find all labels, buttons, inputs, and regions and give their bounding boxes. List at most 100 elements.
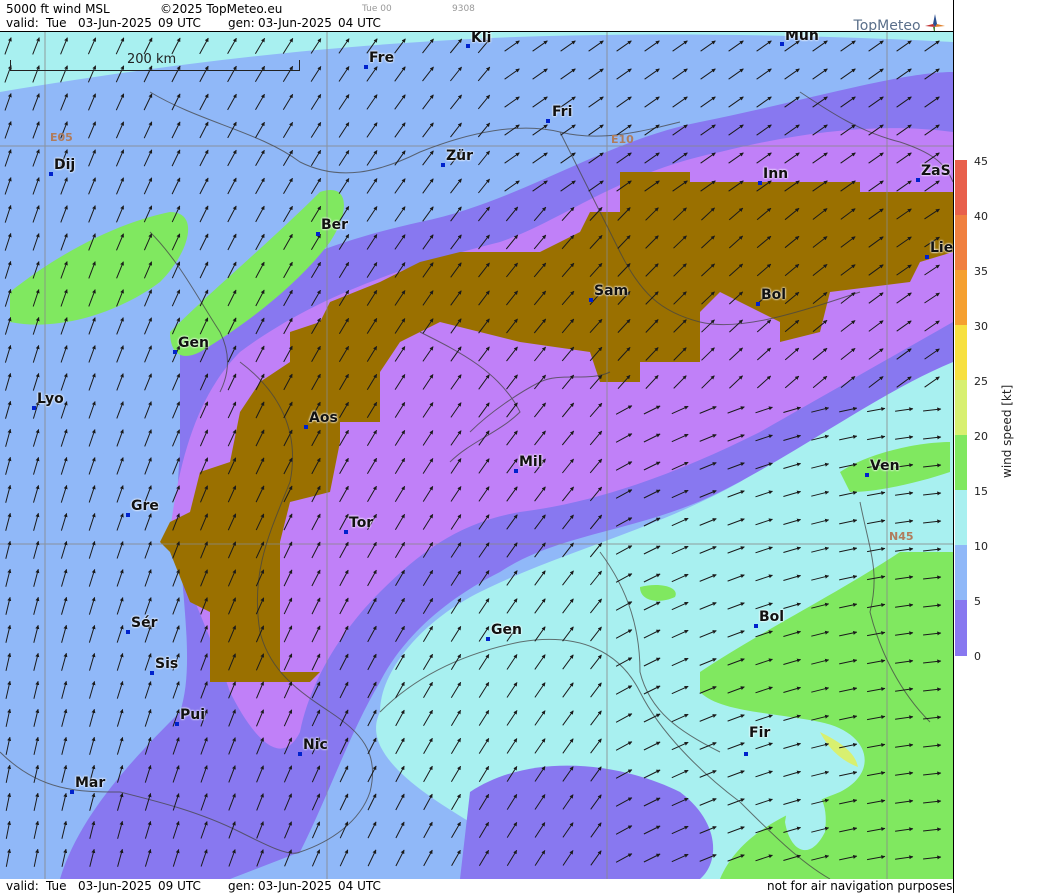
legend-title: wind speed [kt] <box>1000 384 1014 478</box>
city-marker <box>298 752 302 756</box>
city-marker <box>758 181 762 185</box>
city-marker <box>126 513 130 517</box>
legend-swatch-25-30 <box>955 325 967 380</box>
gen-label: gen: <box>228 16 255 30</box>
legend-swatch-10-15 <box>955 490 967 545</box>
city-label-pui: Pui <box>180 707 206 723</box>
city-marker <box>754 624 758 628</box>
grid-label-n45: N45 <box>889 530 914 543</box>
city-marker <box>780 42 784 46</box>
gen-time: 04 UTC <box>338 16 381 30</box>
city-label-inn: Inn <box>763 166 789 182</box>
footer-gen-date: 03-Jun-2025 <box>258 879 332 893</box>
gen-date: 03-Jun-2025 <box>258 16 332 30</box>
city-marker <box>173 350 177 354</box>
grid-label-e05: E05 <box>50 131 73 144</box>
legend-swatch-0-5 <box>955 600 967 656</box>
footer-valid-date: 03-Jun-2025 <box>78 879 152 893</box>
city-label-gen-north: Gen <box>178 335 209 351</box>
city-label-mun: Mün <box>785 32 819 44</box>
city-marker <box>756 302 760 306</box>
footer-valid-label: valid: <box>6 879 39 893</box>
city-marker <box>344 530 348 534</box>
city-label-tor: Tor <box>349 515 374 531</box>
legend-tick-40: 40 <box>974 210 988 223</box>
city-label-zur: Zür <box>446 148 474 164</box>
footer-gen-label: gen: <box>228 879 255 893</box>
grid-label-e10: E10 <box>611 133 634 146</box>
footer-valid-time: 09 UTC <box>158 879 201 893</box>
legend-swatch-35-40 <box>955 215 967 270</box>
city-marker <box>466 44 470 48</box>
city-label-bol-north: Bol <box>761 287 787 303</box>
footer-gen-time: 04 UTC <box>338 879 381 893</box>
city-label-gre: Gre <box>131 498 159 514</box>
footer-valid-day: Tue <box>46 879 67 893</box>
valid-label: valid: <box>6 16 39 30</box>
city-label-sis: Sis <box>155 656 179 672</box>
city-marker <box>916 178 920 182</box>
legend-tick-10: 10 <box>974 540 988 553</box>
city-label-ven: Ven <box>870 458 900 474</box>
city-label-fir: Fir <box>749 725 771 741</box>
city-label-fri: Fri <box>552 104 573 120</box>
legend-tick-20: 20 <box>974 430 988 443</box>
city-label-sam: Sam <box>594 283 629 299</box>
legend-tick-0: 0 <box>974 650 981 663</box>
city-marker <box>126 630 130 634</box>
city-label-ser: Sér <box>131 615 158 631</box>
wind-map-figure: 5000 ft wind MSL ©2025 TopMeteo.eu Tue 0… <box>0 0 1045 893</box>
city-label-kli: Kli <box>471 32 492 46</box>
legend-swatch-20-25 <box>955 380 967 435</box>
city-marker <box>150 671 154 675</box>
grey-tag-code: 9308 <box>452 4 475 14</box>
city-label-ber: Ber <box>321 217 349 233</box>
legend-tick-15: 15 <box>974 485 988 498</box>
city-label-dij: Dij <box>54 157 76 173</box>
legend-swatch-30-35 <box>955 270 967 325</box>
city-marker <box>316 232 320 236</box>
copyright: ©2025 TopMeteo.eu <box>160 2 283 16</box>
legend-swatch-15-20 <box>955 435 967 490</box>
scale-bar-label: 200 km <box>127 52 177 67</box>
city-marker <box>486 637 490 641</box>
legend-tick-30: 30 <box>974 320 988 333</box>
map-top-border <box>0 31 953 32</box>
city-label-fre: Fre <box>369 50 395 66</box>
product-title: 5000 ft wind MSL <box>6 2 110 16</box>
city-marker <box>49 172 53 176</box>
city-marker <box>589 298 593 302</box>
city-marker <box>70 790 74 794</box>
city-label-zas: ZaS <box>921 163 951 179</box>
legend-swatch-5-10 <box>955 545 967 600</box>
map-canvas <box>0 32 953 879</box>
city-label-bol-south: Bol <box>759 609 785 625</box>
city-label-aos: Aos <box>309 410 338 426</box>
city-marker <box>865 473 869 477</box>
valid-time: 09 UTC <box>158 16 201 30</box>
footer-disclaimer: not for air navigation purposes <box>767 879 953 893</box>
city-marker <box>744 752 748 756</box>
grey-tag-run: Tue 00 <box>362 4 392 14</box>
legend-tick-35: 35 <box>974 265 988 278</box>
wind-speed-map: E05 E10 N45 200 km Kli Mün Fre Fri Dij Z… <box>0 32 953 879</box>
city-marker <box>32 406 36 410</box>
city-label-gen-south: Gen <box>491 622 522 638</box>
city-marker <box>175 722 179 726</box>
city-label-mar: Mar <box>75 775 106 791</box>
map-right-border <box>953 0 954 893</box>
city-label-lyo: Lyo <box>37 391 64 407</box>
legend-tick-25: 25 <box>974 375 988 388</box>
city-label-lie: Lie <box>930 240 953 256</box>
city-marker <box>364 65 368 69</box>
legend-tick-5: 5 <box>974 595 981 608</box>
wind-speed-legend <box>955 160 967 656</box>
valid-day: Tue <box>46 16 67 30</box>
city-label-nic: Nic <box>303 737 328 753</box>
legend-swatch-40-45 <box>955 160 967 215</box>
city-marker <box>925 255 929 259</box>
city-marker <box>441 163 445 167</box>
city-label-mil: Mil <box>519 454 543 470</box>
city-marker <box>546 119 550 123</box>
valid-date: 03-Jun-2025 <box>78 16 152 30</box>
